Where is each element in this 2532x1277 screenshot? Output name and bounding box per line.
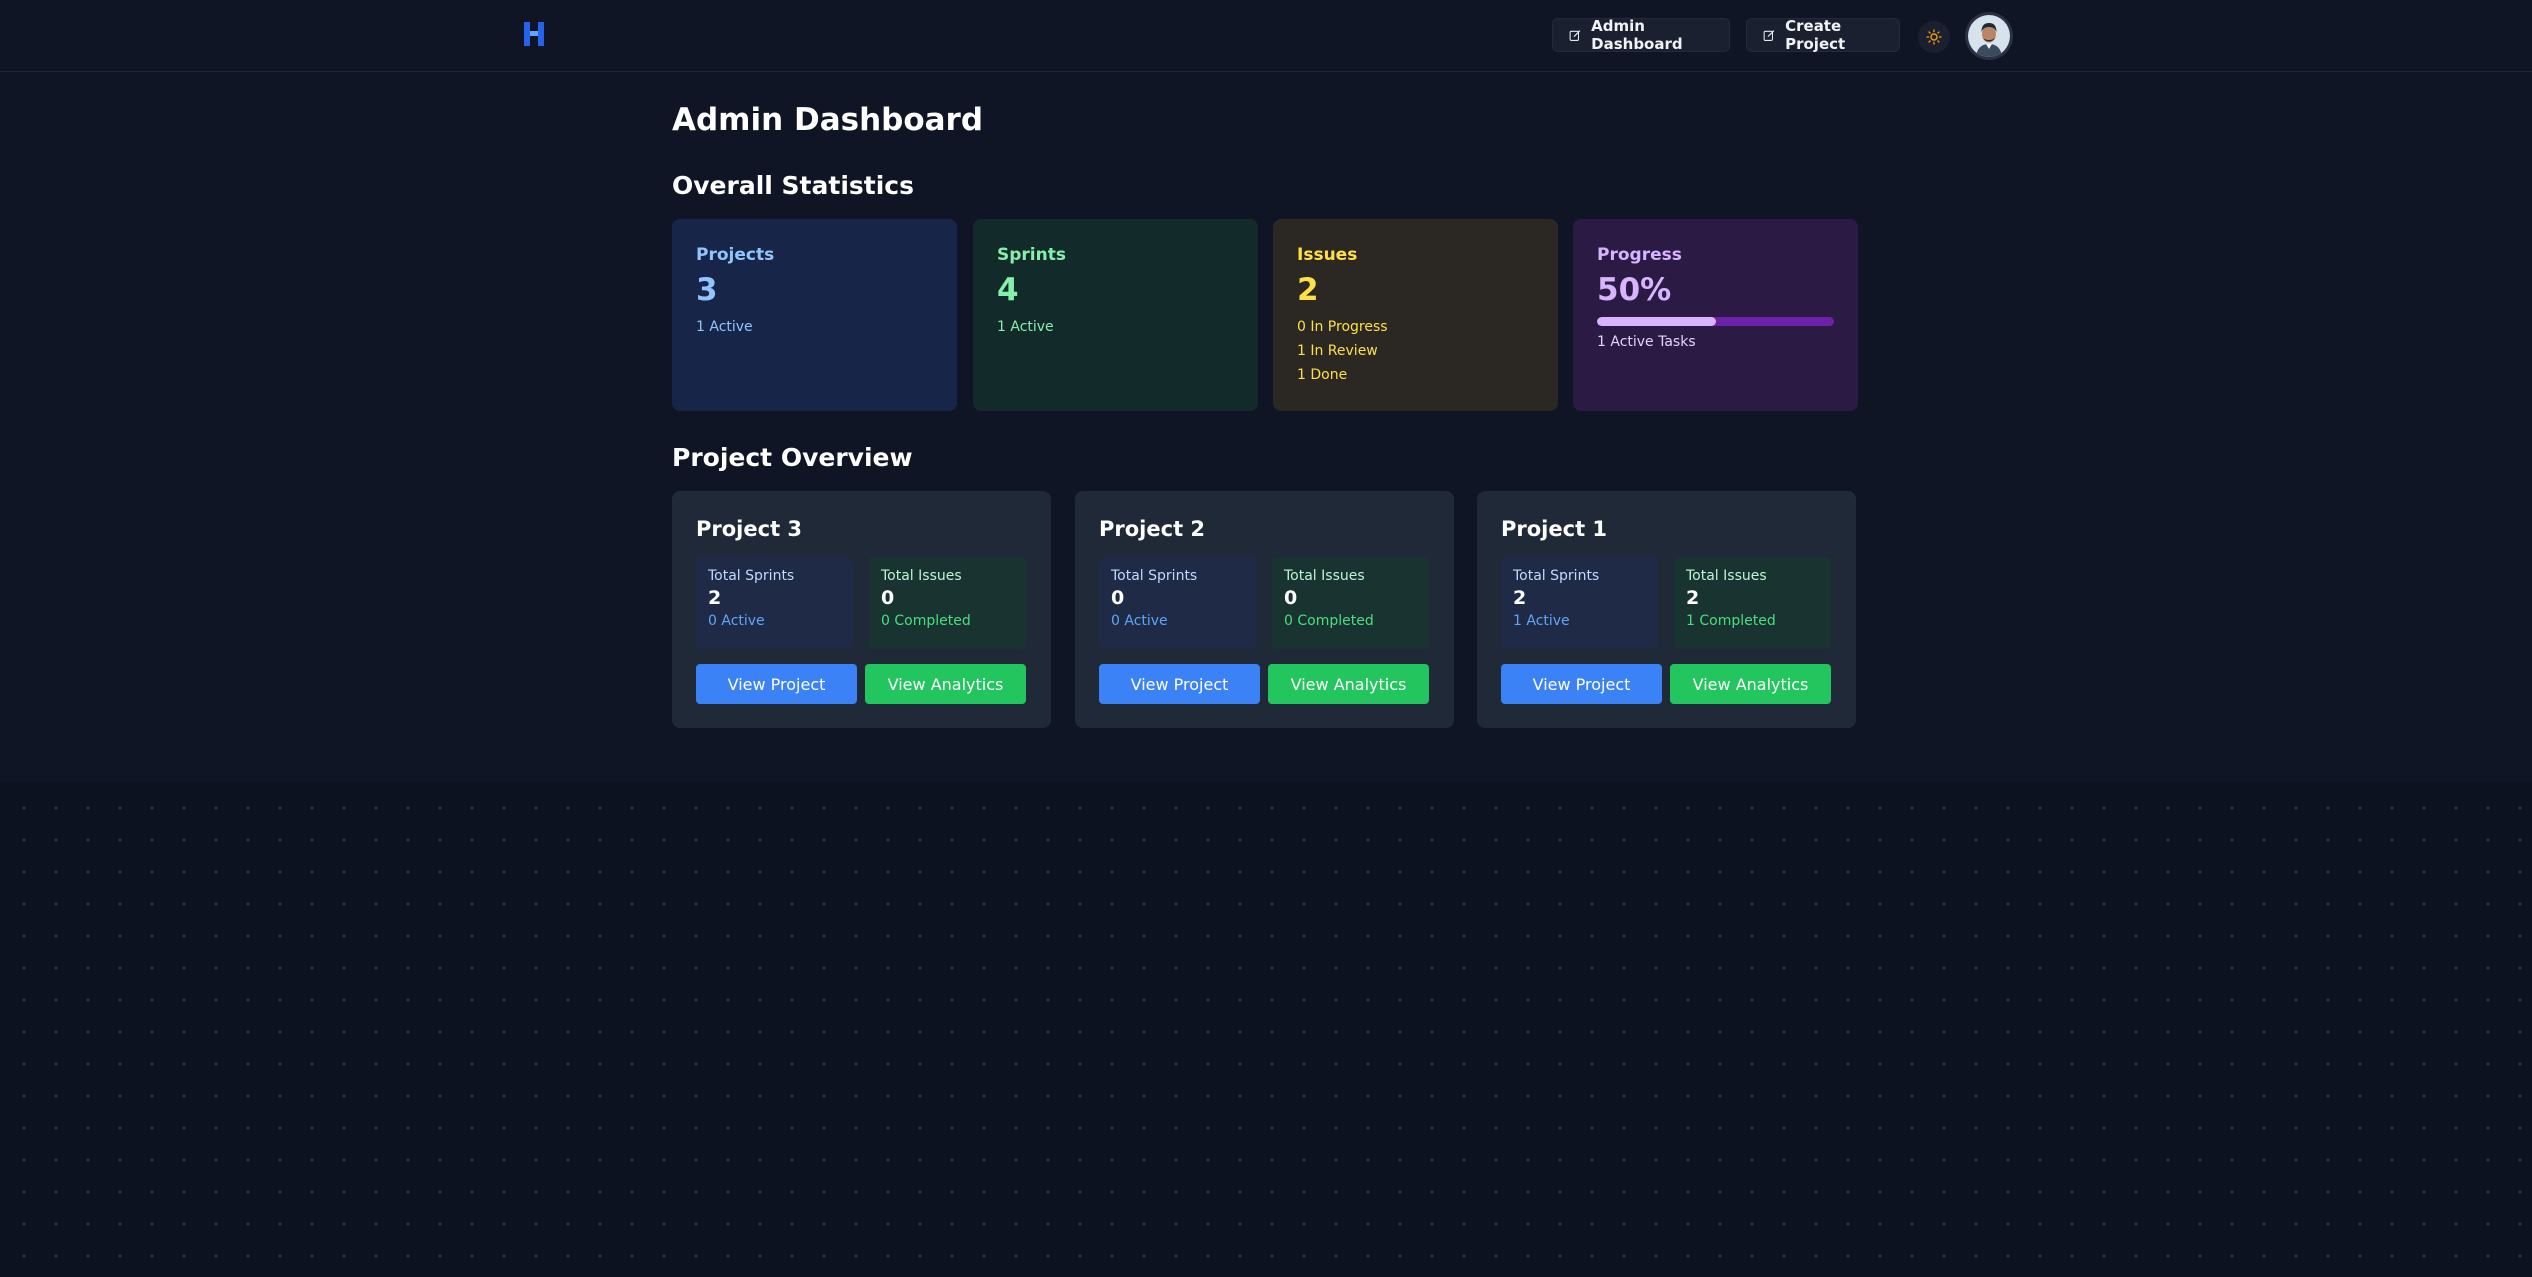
total-issues-label: Total Issues [1284,568,1365,584]
view-analytics-button[interactable]: View Analytics [1670,664,1831,704]
total-sprints-box: Total Sprints 0 0 Active [1099,557,1256,649]
total-sprints-value: 0 [1111,587,1125,609]
active-sprints-count: 0 Active [708,613,765,629]
admin-dashboard-label: Admin Dashboard [1591,17,1683,53]
issues-in-progress-count: 0 In Progress [1297,319,1388,335]
issues-done-count: 1 Done [1297,367,1348,383]
total-issues-value: 2 [1686,587,1700,609]
active-tasks-count: 1 Active Tasks [1597,334,1696,350]
project-name: Project 2 [1099,517,1206,541]
projects-active-count: 1 Active [696,319,753,335]
dotted-background [0,782,2532,1277]
total-sprints-value: 2 [1513,587,1527,609]
completed-issues-count: 0 Completed [1284,613,1374,629]
sprints-active-count: 1 Active [997,319,1054,335]
h-logo-icon[interactable] [522,20,546,48]
user-avatar[interactable] [1968,15,2010,57]
total-sprints-box: Total Sprints 2 1 Active [1501,557,1658,649]
issues-stat-card: Issues 2 0 In Progress 1 In Review 1 Don… [1273,219,1558,411]
total-sprints-label: Total Sprints [1513,568,1600,584]
issues-stat-label: Issues [1297,245,1358,265]
progress-stat-label: Progress [1597,245,1682,265]
sun-icon [1926,29,1942,45]
active-sprints-count: 1 Active [1513,613,1570,629]
completed-issues-count: 0 Completed [881,613,971,629]
projects-stat-label: Projects [696,245,775,265]
total-issues-label: Total Issues [881,568,962,584]
edit-icon [1763,29,1775,41]
progress-stat-value: 50% [1597,272,1672,308]
top-navbar: Admin Dashboard Create Project [0,0,2532,72]
total-sprints-value: 2 [708,587,722,609]
view-project-button[interactable]: View Project [1501,664,1662,704]
progress-bar-fill [1597,317,1716,326]
view-project-button[interactable]: View Project [696,664,857,704]
admin-dashboard-button[interactable]: Admin Dashboard [1552,17,1730,53]
view-analytics-button[interactable]: View Analytics [1268,664,1429,704]
edit-icon [1569,29,1581,41]
progress-stat-card: Progress 50% 1 Active Tasks [1573,219,1858,411]
progress-bar [1597,317,1834,326]
page: Admin Dashboard Create Project Admin Das… [0,0,2532,1277]
project-overview-heading: Project Overview [672,443,913,472]
view-project-button[interactable]: View Project [1099,664,1260,704]
completed-issues-count: 1 Completed [1686,613,1776,629]
view-analytics-button[interactable]: View Analytics [865,664,1026,704]
sprints-stat-card: Sprints 4 1 Active [973,219,1258,411]
total-sprints-label: Total Sprints [1111,568,1198,584]
sprints-stat-label: Sprints [997,245,1066,265]
issues-stat-value: 2 [1297,272,1319,308]
project-card: Project 3 Total Sprints 2 0 Active Total… [672,491,1051,728]
total-sprints-box: Total Sprints 2 0 Active [696,557,853,649]
overall-statistics-heading: Overall Statistics [672,171,914,200]
project-card: Project 2 Total Sprints 0 0 Active Total… [1075,491,1454,728]
theme-toggle-button[interactable] [1918,21,1950,53]
total-issues-box: Total Issues 0 0 Completed [869,557,1026,649]
page-title: Admin Dashboard [672,102,984,138]
issues-in-review-count: 1 In Review [1297,343,1378,359]
projects-stat-value: 3 [696,272,718,308]
project-card: Project 1 Total Sprints 2 1 Active Total… [1477,491,1856,728]
total-issues-value: 0 [1284,587,1298,609]
total-issues-value: 0 [881,587,895,609]
total-issues-box: Total Issues 2 1 Completed [1674,557,1831,649]
total-issues-label: Total Issues [1686,568,1767,584]
create-project-button[interactable]: Create Project [1746,17,1900,53]
total-issues-box: Total Issues 0 0 Completed [1272,557,1429,649]
sprints-stat-value: 4 [997,272,1019,308]
total-sprints-label: Total Sprints [708,568,795,584]
create-project-label: Create Project [1785,17,1846,53]
project-name: Project 1 [1501,517,1608,541]
projects-stat-card: Projects 3 1 Active [672,219,957,411]
project-name: Project 3 [696,517,803,541]
active-sprints-count: 0 Active [1111,613,1168,629]
